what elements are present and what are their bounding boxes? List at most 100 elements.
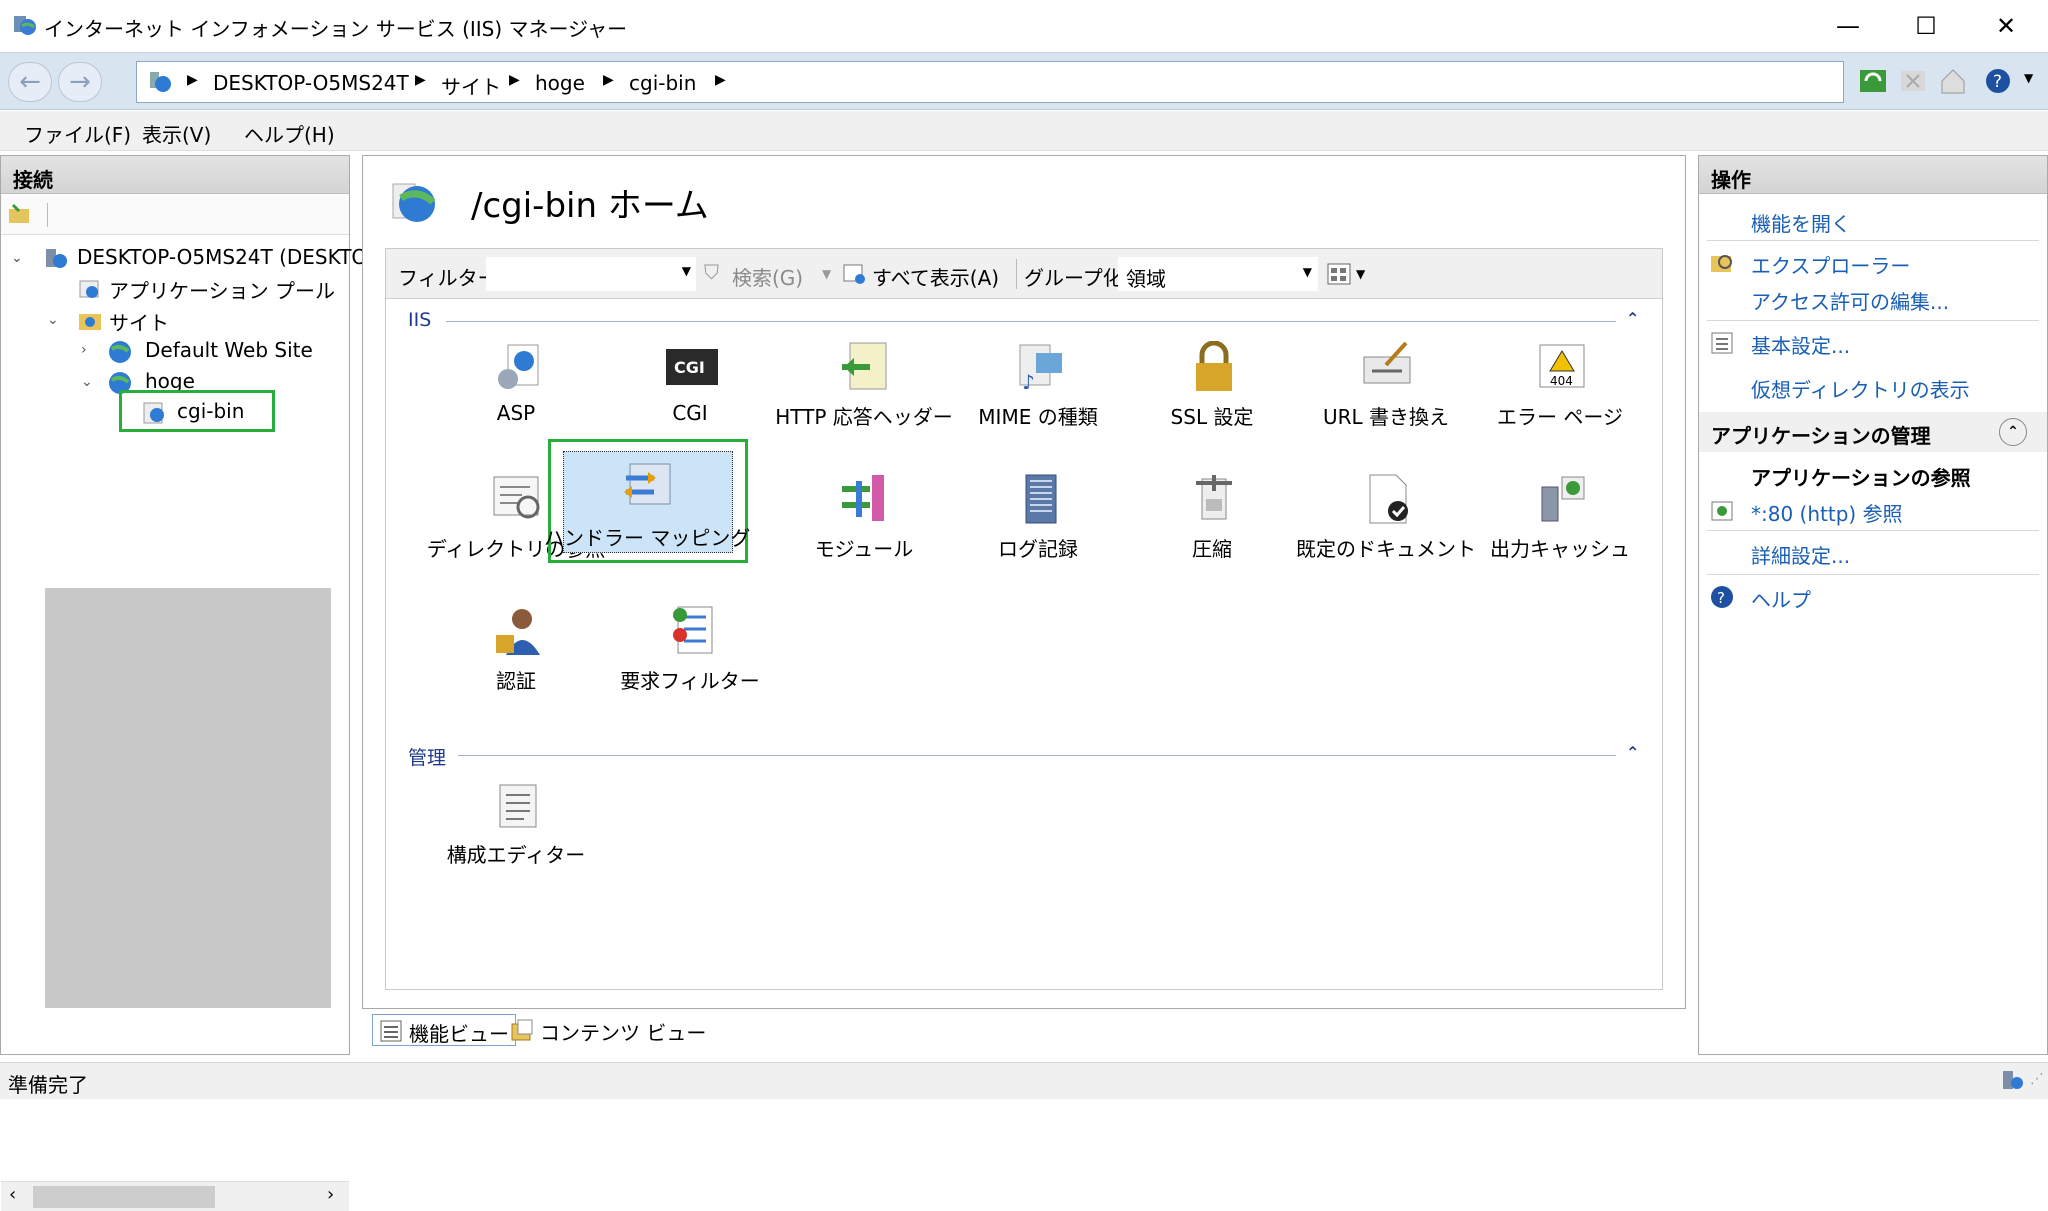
resize-grip-icon[interactable]: ⋰ (2030, 1071, 2044, 1087)
home-icon[interactable] (1938, 66, 1968, 96)
refresh-icon[interactable] (1858, 66, 1888, 96)
breadcrumb-sites[interactable]: サイト (441, 71, 501, 100)
feature-cgi[interactable]: CGI CGI (610, 331, 770, 441)
modules-icon (842, 475, 884, 521)
group-by-value: 領域 (1126, 267, 1166, 291)
action-help[interactable]: ヘルプ (1751, 584, 1811, 613)
group-by-label: グループ化: (1024, 266, 1130, 290)
breadcrumb-hoge[interactable]: hoge (535, 71, 585, 95)
feature-label: MIME の種類 (978, 405, 1098, 429)
back-button[interactable]: ← (8, 62, 52, 102)
chevron-down-icon[interactable]: ▼ (1303, 265, 1312, 279)
tree-app-pools[interactable]: アプリケーション プール (109, 275, 335, 305)
feature-mime-types[interactable]: ♪ MIME の種類 (958, 331, 1118, 441)
tree-sites[interactable]: サイト (109, 307, 169, 337)
features-view: フィルター: ▼ ⛉ 検索(G) ▼ すべて表示(A) グループ化: 領域 ▼ … (385, 248, 1663, 990)
feature-asp[interactable]: ASP (436, 331, 596, 441)
action-edit-permissions[interactable]: アクセス許可の編集... (1751, 286, 1949, 315)
feature-label: CGI (672, 401, 708, 425)
horizontal-scrollbar[interactable]: ‹ › (1, 1181, 349, 1211)
tree-server-node[interactable]: DESKTOP-O5MS24T (DESKTOI (77, 245, 373, 275)
chevron-down-icon[interactable]: ▼ (2024, 71, 2033, 85)
feature-configuration-editor[interactable]: 構成エディター (436, 769, 596, 879)
svg-text:CGI: CGI (674, 358, 705, 377)
filter-input[interactable]: ▼ (486, 257, 696, 291)
chevron-down-icon[interactable]: ▼ (682, 264, 691, 278)
feature-authentication[interactable]: 認証 (436, 595, 596, 705)
feature-url-rewrite[interactable]: URL 書き換え (1306, 331, 1466, 441)
asp-icon (498, 344, 539, 389)
breadcrumb[interactable]: ▶ DESKTOP-O5MS24T ▶ サイト ▶ hoge ▶ cgi-bin… (136, 61, 1844, 103)
collapse-group-icon[interactable]: ⌃ (1626, 309, 1639, 328)
feature-panel: /cgi-bin ホーム フィルター: ▼ ⛉ 検索(G) ▼ すべて表示(A)… (362, 155, 1686, 1009)
chevron-down-icon[interactable]: ▼ (822, 267, 831, 281)
crumb-arrow-icon: ▶ (509, 72, 520, 88)
feature-request-filtering[interactable]: 要求フィルター (610, 595, 770, 705)
collapse-group-icon[interactable]: ⌃ (1626, 743, 1639, 762)
forward-button[interactable]: → (58, 62, 102, 102)
menu-help[interactable]: ヘルプ(H) (244, 119, 335, 148)
maximize-button[interactable]: ☐ (1896, 8, 1956, 44)
breadcrumb-cgi-bin[interactable]: cgi-bin (629, 71, 696, 95)
feature-label: モジュール (814, 537, 914, 561)
collapse-icon[interactable]: ⌄ (11, 250, 23, 266)
tab-features-view[interactable]: 機能ビュー (372, 1014, 516, 1046)
feature-label: 要求フィルター (620, 669, 760, 693)
help-icon: ? (1711, 586, 1733, 608)
group-by-select[interactable]: 領域 ▼ (1118, 257, 1318, 291)
minimize-button[interactable]: — (1818, 8, 1878, 44)
new-connection-icon[interactable] (7, 201, 33, 227)
crumb-arrow-icon: ▶ (715, 72, 726, 88)
action-view-virtual-dirs[interactable]: 仮想ディレクトリの表示 (1751, 374, 1970, 403)
feature-error-pages[interactable]: 404 エラー ページ (1480, 331, 1640, 441)
view-mode-icon[interactable] (1326, 261, 1352, 287)
feature-logging[interactable]: ログ記録 (958, 463, 1118, 573)
expand-icon[interactable]: › (81, 342, 87, 358)
feature-default-document[interactable]: 既定のドキュメント (1296, 463, 1476, 573)
sites-folder-icon (79, 314, 101, 330)
ssl-lock-icon (1196, 341, 1232, 391)
connections-header: 接続 (1, 156, 349, 194)
tree-default-web-site[interactable]: Default Web Site (145, 338, 313, 368)
action-advanced-settings[interactable]: 詳細設定... (1751, 540, 1850, 569)
action-basic-settings[interactable]: 基本設定... (1751, 330, 1850, 359)
scroll-right-icon[interactable]: › (327, 1184, 334, 1205)
feature-label: 認証 (496, 669, 536, 693)
globe-app-icon (392, 183, 436, 222)
funnel-icon: ⛉ (704, 260, 719, 284)
group-header-iis: IIS (408, 309, 432, 331)
svg-text:♪: ♪ (1022, 370, 1035, 393)
menu-file[interactable]: ファイル(F) (24, 119, 131, 148)
collapse-icon[interactable]: ⌄ (47, 312, 59, 328)
feature-label: ログ記録 (998, 537, 1078, 561)
action-open-feature[interactable]: 機能を開く (1751, 208, 1851, 237)
stop-icon[interactable] (1898, 66, 1928, 96)
crumb-arrow-icon: ▶ (603, 72, 614, 88)
feature-handler-mappings[interactable]: ハンドラー マッピング (544, 451, 750, 553)
server-icon (46, 249, 67, 268)
show-all-button[interactable]: すべて表示(A) (872, 262, 999, 291)
divider (1707, 240, 2039, 241)
search-button[interactable]: 検索(G) (732, 262, 803, 291)
close-button[interactable]: ✕ (1976, 8, 2036, 44)
action-browse-80[interactable]: *:80 (http) 参照 (1751, 498, 1903, 527)
tree-cgi-bin[interactable]: cgi-bin (177, 399, 244, 429)
feature-http-response-headers[interactable]: HTTP 応答ヘッダー (775, 331, 953, 441)
feature-output-cache[interactable]: 出力キャッシュ (1480, 463, 1640, 573)
scroll-thumb[interactable] (33, 1186, 215, 1208)
collapse-icon[interactable]: ⌄ (81, 374, 93, 390)
menu-view[interactable]: 表示(V) (142, 119, 211, 148)
globe-icon (109, 341, 131, 363)
tab-content-view[interactable]: コンテンツ ビュー (504, 1014, 712, 1046)
status-text: 準備完了 (8, 1073, 88, 1097)
help-dropdown-icon[interactable]: ? (1984, 66, 2014, 96)
feature-modules[interactable]: モジュール (784, 463, 944, 573)
feature-compression[interactable]: 圧縮 (1132, 463, 1292, 573)
action-explore[interactable]: エクスプローラー (1751, 250, 1910, 279)
chevron-down-icon[interactable]: ▼ (1356, 267, 1365, 281)
breadcrumb-server[interactable]: DESKTOP-O5MS24T (213, 71, 409, 95)
feature-ssl-settings[interactable]: SSL 設定 (1132, 331, 1292, 441)
actions-panel: 操作 機能を開く エクスプローラー アクセス許可の編集... 基本設定... 仮… (1698, 155, 2048, 1055)
collapse-section-icon[interactable]: ⌃ (1999, 418, 2027, 446)
scroll-left-icon[interactable]: ‹ (9, 1184, 16, 1205)
